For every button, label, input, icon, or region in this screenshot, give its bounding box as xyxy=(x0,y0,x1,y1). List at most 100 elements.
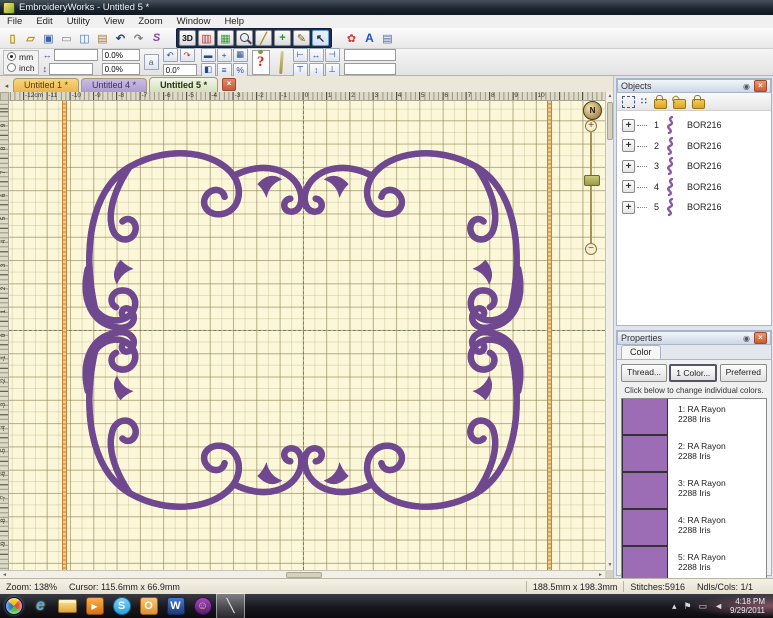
align-right-button[interactable]: ⊣ xyxy=(325,48,340,62)
menu-item[interactable]: Zoom xyxy=(131,15,169,28)
measure-tool-icon[interactable]: ╱ xyxy=(255,30,272,46)
tab-close-button[interactable]: × xyxy=(222,78,236,91)
thread-row[interactable]: 1: RA Rayon 2288 Iris xyxy=(622,399,766,436)
height-input[interactable] xyxy=(49,63,93,75)
align-center-v-button[interactable]: ↕ xyxy=(309,63,324,77)
zoom-slider-track[interactable] xyxy=(590,131,592,243)
copy-icon[interactable]: ◫ xyxy=(76,30,93,46)
move-object-icon[interactable]: + xyxy=(622,119,635,132)
sequence-view-button[interactable]: ≡ xyxy=(217,63,232,77)
object-list-item[interactable]: + 4 BOR216 xyxy=(617,177,771,198)
isolate-icon[interactable] xyxy=(622,96,635,108)
aspect-lock-button[interactable]: a xyxy=(144,54,159,70)
menu-item[interactable]: Help xyxy=(217,15,251,28)
pin-icon[interactable]: ◉ xyxy=(743,82,752,91)
embroidery-design[interactable]: .st{fill:none;stroke:#6f4890;stroke-widt… xyxy=(75,112,531,548)
print-preview-icon[interactable]: ▤ xyxy=(379,30,396,46)
symmetry-tool-icon[interactable]: + xyxy=(274,30,291,46)
sequence-icon[interactable]: ∷ xyxy=(641,96,648,107)
rotate-right-button[interactable]: ↷ xyxy=(180,48,195,62)
contrast-button[interactable]: ◧ xyxy=(201,63,216,77)
thread-button[interactable]: Thread... xyxy=(621,364,667,382)
height-percent-input[interactable] xyxy=(102,63,140,75)
lettering-icon[interactable]: A xyxy=(361,30,378,46)
scale-percent-button[interactable]: % xyxy=(233,63,248,77)
align-bottom-button[interactable]: ⊥ xyxy=(325,63,340,77)
design-canvas[interactable]: .st{fill:none;stroke:#6f4890;stroke-widt… xyxy=(9,101,605,570)
3d-view-button[interactable]: 3D xyxy=(179,30,196,46)
action-center-flag-icon[interactable]: ⚑ xyxy=(683,601,691,612)
thread-row[interactable]: 4: RA Rayon 2288 Iris xyxy=(622,510,766,547)
tab-untitled-1[interactable]: Untitled 1 * xyxy=(13,78,79,92)
network-icon[interactable]: ▭ xyxy=(699,601,708,612)
wizard-help-button[interactable]: ? xyxy=(252,50,270,75)
position-x-input[interactable] xyxy=(344,49,396,61)
move-object-icon[interactable]: + xyxy=(622,160,635,173)
move-object-icon[interactable]: + xyxy=(622,139,635,152)
internet-explorer-icon[interactable]: e xyxy=(27,594,54,618)
freehand-tool-icon[interactable]: ✎ xyxy=(293,30,310,46)
move-object-icon[interactable]: + xyxy=(622,201,635,214)
color-bars-icon[interactable]: ▥ xyxy=(198,30,215,46)
file-explorer-icon[interactable] xyxy=(54,594,81,618)
properties-close-button[interactable]: × xyxy=(754,332,767,344)
position-y-input[interactable] xyxy=(344,63,396,75)
objects-close-button[interactable]: × xyxy=(754,80,767,92)
vertical-scrollbar[interactable]: ▲ ▼ xyxy=(605,92,613,570)
messenger-icon[interactable]: ☺ xyxy=(189,594,216,618)
media-player-icon[interactable]: ▶ xyxy=(81,594,108,618)
width-percent-input[interactable] xyxy=(102,49,140,61)
volume-icon[interactable]: ◄ xyxy=(714,601,723,611)
lock-all-icon[interactable] xyxy=(692,99,705,109)
lock-icon[interactable] xyxy=(654,99,667,109)
menu-item[interactable]: Utility xyxy=(60,15,97,28)
thread-color-swatch[interactable] xyxy=(622,398,668,435)
align-top-button[interactable]: ⊤ xyxy=(293,63,308,77)
inch-radio[interactable] xyxy=(7,63,16,72)
zoom-out-button[interactable]: − xyxy=(585,243,597,255)
horizontal-scrollbar[interactable]: ◄ ► xyxy=(0,570,605,578)
open-icon[interactable]: ▱ xyxy=(22,30,39,46)
print-icon[interactable]: ▭ xyxy=(58,30,75,46)
lock-open-icon[interactable] xyxy=(673,99,686,109)
word-icon[interactable]: W xyxy=(162,594,189,618)
start-button[interactable] xyxy=(0,594,27,618)
mm-radio[interactable] xyxy=(7,52,16,61)
redo-icon[interactable]: ↷ xyxy=(130,30,147,46)
new-icon[interactable]: ▯ xyxy=(4,30,21,46)
taskbar-clock[interactable]: 4:18 PM 9/29/2011 xyxy=(730,597,769,615)
zoom-tool-icon[interactable] xyxy=(236,30,253,46)
grid-toggle-button[interactable]: ▦ xyxy=(233,48,248,62)
thread-color-swatch[interactable] xyxy=(622,435,668,472)
object-list-item[interactable]: + 3 BOR216 xyxy=(617,156,771,177)
object-list-item[interactable]: + 1 BOR216 xyxy=(617,115,771,136)
one-color-button[interactable]: 1 Color... xyxy=(669,364,717,382)
tab-scroll-left[interactable]: ◂ xyxy=(0,79,13,92)
skype-icon[interactable]: S xyxy=(108,594,135,618)
width-input[interactable] xyxy=(54,49,98,61)
paste-icon[interactable]: ▤ xyxy=(94,30,111,46)
rotate-left-button[interactable]: ↶ xyxy=(163,48,178,62)
monogram-designs-icon[interactable]: ✿ xyxy=(343,30,360,46)
object-list-item[interactable]: + 2 BOR216 xyxy=(617,136,771,157)
menu-item[interactable]: File xyxy=(0,15,29,28)
border-tool-icon[interactable]: S xyxy=(148,30,165,46)
embroideryworks-taskbar-button[interactable]: ╲ xyxy=(216,593,245,618)
menu-item[interactable]: View xyxy=(97,15,131,28)
pin-icon[interactable]: ◉ xyxy=(743,334,752,343)
thread-color-swatch[interactable] xyxy=(622,472,668,509)
tab-untitled-4[interactable]: Untitled 4 * xyxy=(81,78,147,92)
thread-row[interactable]: 2: RA Rayon 2288 Iris xyxy=(622,436,766,473)
rotation-input[interactable] xyxy=(163,64,197,76)
undo-icon[interactable]: ↶ xyxy=(112,30,129,46)
move-object-icon[interactable]: + xyxy=(622,180,635,193)
thread-row[interactable]: 3: RA Rayon 2288 Iris xyxy=(622,473,766,510)
select-tool-icon[interactable]: ↖ xyxy=(312,30,329,46)
tab-untitled-5[interactable]: Untitled 5 * xyxy=(149,77,218,92)
object-list-item[interactable]: + 5 BOR216 xyxy=(617,197,771,218)
outlook-icon[interactable]: O xyxy=(135,594,162,618)
menu-item[interactable]: Window xyxy=(170,15,218,28)
zoom-slider-handle[interactable] xyxy=(584,175,600,186)
preferred-button[interactable]: Preferred xyxy=(720,364,767,382)
save-icon[interactable]: ▣ xyxy=(40,30,57,46)
